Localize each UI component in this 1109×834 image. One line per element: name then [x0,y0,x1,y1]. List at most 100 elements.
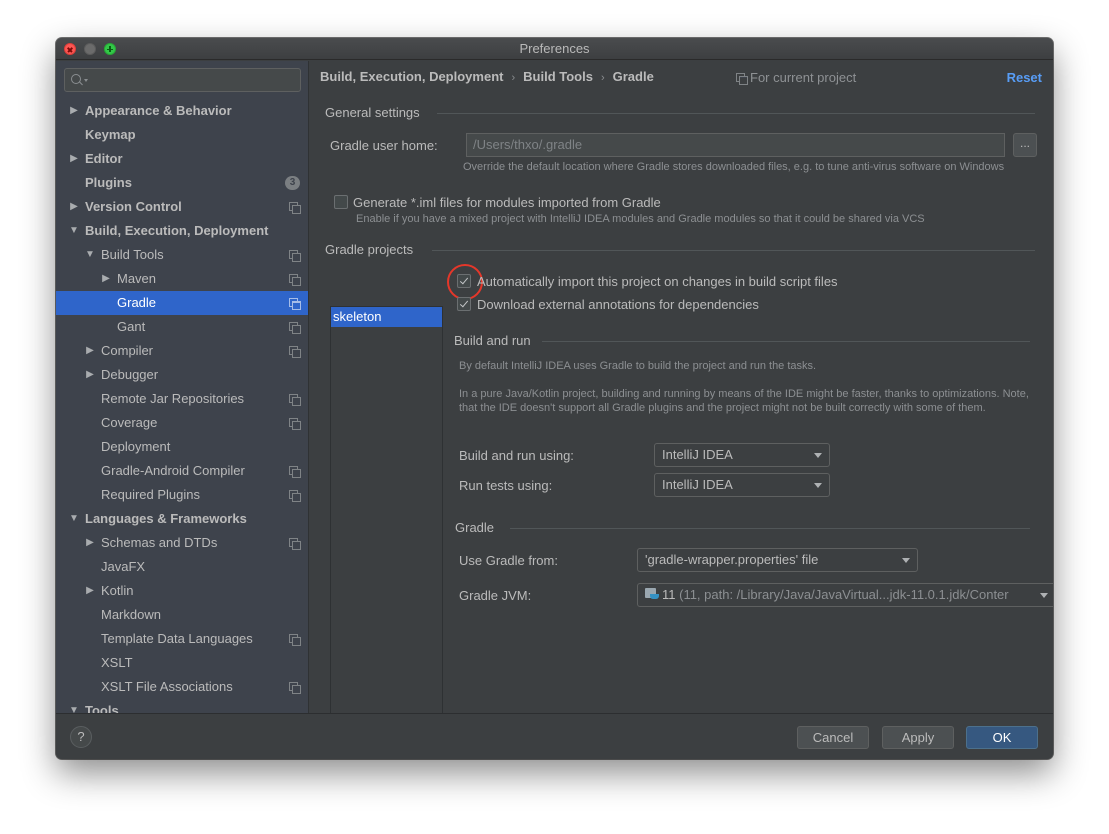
build-and-run-hint: By default IntelliJ IDEA uses Gradle to … [459,360,817,372]
sidebar-item-appearance-behavior[interactable]: ▶ Appearance & Behavior [56,99,308,123]
sidebar-item-gant[interactable]: Gant [56,315,308,339]
project-scope-icon [736,73,748,85]
sidebar-item-label: JavaFX [101,559,146,574]
sidebar-item-required-plugins[interactable]: Required Plugins [56,483,308,507]
breadcrumb-item: Gradle [612,69,654,84]
gradle-section-title: Gradle [455,520,495,535]
sidebar-item-languages-frameworks[interactable]: ▼ Languages & Frameworks [56,507,308,531]
sidebar-item-label: Debugger [101,367,159,382]
sidebar-item-maven[interactable]: ▶ Maven [56,267,308,291]
build-run-using-value: IntelliJ IDEA [662,447,733,462]
sidebar-item-tools[interactable]: ▼ Tools [56,699,308,713]
sidebar-item-kotlin[interactable]: ▶ Kotlin [56,579,308,603]
sidebar-item-label: Deployment [101,439,171,454]
sidebar-item-plugins[interactable]: Plugins 3 [56,171,308,195]
sidebar-item-debugger[interactable]: ▶ Debugger [56,363,308,387]
expand-arrow-down-icon[interactable]: ▼ [69,219,79,243]
run-tests-using-value: IntelliJ IDEA [662,477,733,492]
settings-sidebar: ▶ Appearance & Behavior Keymap ▶ Editor Plugi… [56,61,309,713]
expand-arrow-down-icon[interactable]: ▼ [69,699,79,713]
apply-button[interactable]: Apply [882,726,954,749]
section-divider [510,528,1030,529]
sidebar-item-xslt[interactable]: XSLT [56,651,308,675]
section-divider [437,113,1035,114]
generate-iml-label[interactable]: Generate *.iml files for modules importe… [353,195,661,210]
expand-arrow-right-icon[interactable]: ▶ [69,99,79,123]
generate-iml-checkbox[interactable] [334,195,348,209]
sidebar-item-version-control[interactable]: ▶ Version Control [56,195,308,219]
sidebar-item-label: Build, Execution, Deployment [85,223,269,238]
expand-arrow-right-icon[interactable]: ▶ [69,195,79,219]
general-settings-title: General settings [325,105,420,120]
breadcrumb-separator: › [511,72,516,84]
settings-search-input[interactable] [64,68,301,92]
gradle-user-home-browse-button[interactable]: ... [1013,133,1037,157]
sidebar-item-remote-jar-repositories[interactable]: Remote Jar Repositories [56,387,308,411]
breadcrumb-item: Build, Execution, Deployment [320,69,504,84]
help-button[interactable]: ? [70,726,92,748]
section-divider [432,250,1035,251]
sidebar-item-build-tools[interactable]: ▼ Build Tools [56,243,308,267]
ok-button[interactable]: OK [966,726,1038,749]
close-window-button[interactable] [64,43,76,55]
expand-arrow-down-icon[interactable]: ▼ [85,243,95,267]
project-scope-icon [289,682,301,694]
expand-arrow-right-icon[interactable]: ▶ [101,267,111,291]
sidebar-item-build-execution-deployment[interactable]: ▼ Build, Execution, Deployment [56,219,308,243]
sidebar-item-gradle[interactable]: Gradle [56,291,308,315]
sidebar-item-label: Version Control [85,199,182,214]
auto-import-label[interactable]: Automatically import this project on cha… [477,274,838,289]
expand-arrow-right-icon[interactable]: ▶ [85,339,95,363]
minimize-window-button[interactable] [84,43,96,55]
gradle-user-home-hint: Override the default location where Grad… [463,161,1005,173]
project-scope-icon [289,394,301,406]
sidebar-item-javafx[interactable]: JavaFX [56,555,308,579]
expand-arrow-right-icon[interactable]: ▶ [69,147,79,171]
gradle-jvm-value: 11 [662,587,676,602]
sidebar-item-label: Keymap [85,127,136,142]
sidebar-item-editor[interactable]: ▶ Editor [56,147,308,171]
sidebar-item-label: XSLT File Associations [101,679,233,694]
project-scope-icon [289,202,301,214]
expand-arrow-right-icon[interactable]: ▶ [85,531,95,555]
project-scope-icon [289,466,301,478]
sidebar-item-keymap[interactable]: Keymap [56,123,308,147]
cancel-button[interactable]: Cancel [797,726,869,749]
sidebar-item-markdown[interactable]: Markdown [56,603,308,627]
download-annotations-checkbox[interactable] [457,297,471,311]
build-run-using-label: Build and run using: [459,448,574,463]
search-options-caret-icon[interactable] [84,79,88,82]
window-title: Preferences [519,41,590,56]
build-run-using-dropdown[interactable]: IntelliJ IDEA [654,443,830,467]
sidebar-item-template-data-languages[interactable]: Template Data Languages [56,627,308,651]
reset-link[interactable]: Reset [1007,70,1042,85]
scope-indicator: For current project [736,70,856,85]
gradle-projects-title: Gradle projects [325,242,414,257]
preferences-window: Preferences ▶ Appearance & Behavior Keymap… [56,38,1053,759]
gradle-jvm-dropdown[interactable]: 11 (11, path: /Library/Java/JavaVirtual.… [637,583,1053,607]
expand-arrow-right-icon[interactable]: ▶ [85,579,95,603]
expand-arrow-right-icon[interactable]: ▶ [85,363,95,387]
sidebar-item-label: Schemas and DTDs [101,535,218,550]
sidebar-item-label: Build Tools [101,247,164,262]
run-tests-using-dropdown[interactable]: IntelliJ IDEA [654,473,830,497]
breadcrumb-separator: › [600,72,605,84]
gradle-projects-list[interactable]: skeleton [330,306,443,741]
sidebar-item-gradle-android-compiler[interactable]: Gradle-Android Compiler [56,459,308,483]
sidebar-item-label: Appearance & Behavior [85,103,232,118]
sidebar-item-schemas-and-dtds[interactable]: ▶ Schemas and DTDs [56,531,308,555]
sidebar-item-compiler[interactable]: ▶ Compiler [56,339,308,363]
sidebar-item-label: Editor [85,151,123,166]
sidebar-item-label: Template Data Languages [101,631,253,646]
chevron-down-icon [814,453,822,458]
gradle-user-home-input[interactable]: /Users/thxo/.gradle [466,133,1005,157]
project-list-item[interactable]: skeleton [331,307,442,327]
maximize-window-button[interactable] [104,43,116,55]
download-annotations-label[interactable]: Download external annotations for depend… [477,297,759,312]
sidebar-item-xslt-file-associations[interactable]: XSLT File Associations [56,675,308,699]
sidebar-item-coverage[interactable]: Coverage [56,411,308,435]
chevron-down-icon [1040,593,1048,598]
expand-arrow-down-icon[interactable]: ▼ [69,507,79,531]
sidebar-item-deployment[interactable]: Deployment [56,435,308,459]
use-gradle-from-dropdown[interactable]: 'gradle-wrapper.properties' file [637,548,918,572]
